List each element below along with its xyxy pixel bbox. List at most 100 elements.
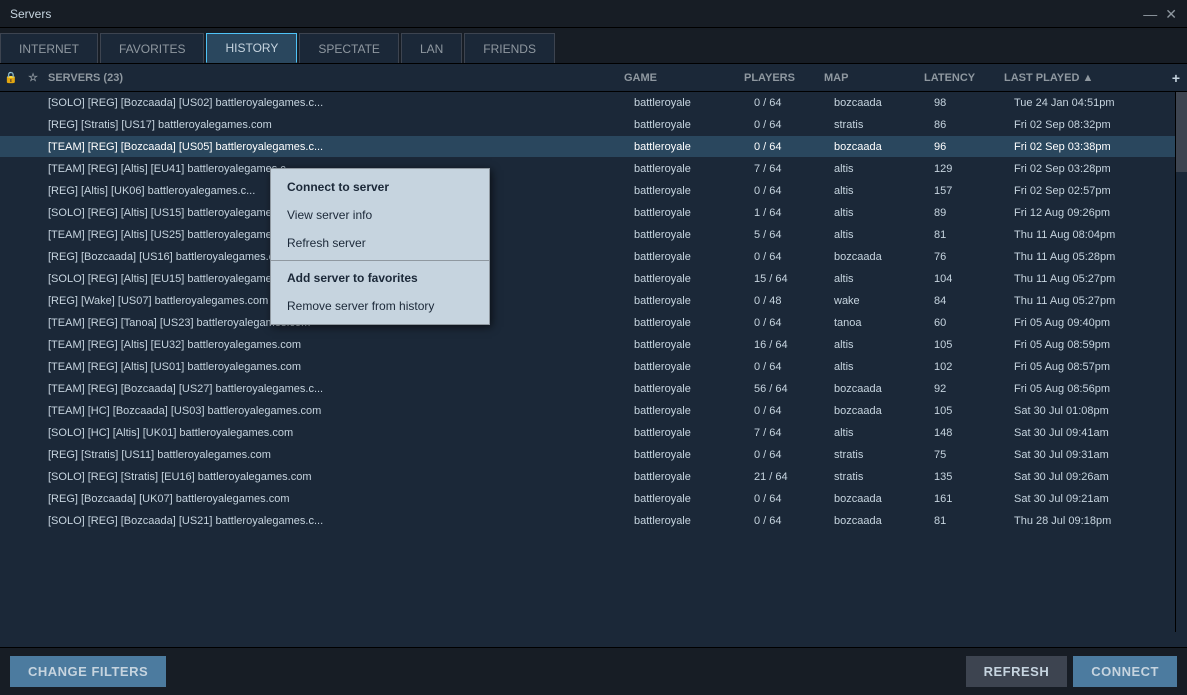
col-add-header[interactable]: + (1165, 70, 1187, 86)
tab-favorites[interactable]: FAVORITES (100, 33, 204, 63)
server-map: wake (830, 295, 930, 307)
server-players: 0 / 64 (750, 185, 830, 197)
server-game: battleroyale (630, 97, 750, 109)
server-latency: 98 (930, 97, 1010, 109)
server-lastplayed: Sat 30 Jul 09:21am (1010, 493, 1175, 505)
server-map: bozcaada (830, 383, 930, 395)
server-row[interactable]: [REG] [Bozcaada] [US16] battleroyalegame… (0, 246, 1187, 268)
connect-button[interactable]: CONNECT (1073, 656, 1177, 687)
server-row[interactable]: [REG] [Stratis] [US17] battleroyalegames… (0, 114, 1187, 136)
server-name: [SOLO] [HC] [Altis] [UK01] battleroyaleg… (44, 427, 630, 439)
tab-spectate[interactable]: SPECTATE (299, 33, 399, 63)
server-lastplayed: Thu 11 Aug 05:27pm (1010, 295, 1175, 307)
server-lastplayed: Thu 11 Aug 05:27pm (1010, 273, 1175, 285)
server-map: stratis (830, 449, 930, 461)
server-game: battleroyale (630, 163, 750, 175)
title-bar: Servers — ✕ (0, 0, 1187, 28)
server-row[interactable]: [SOLO] [REG] [Stratis] [EU16] battleroya… (0, 466, 1187, 488)
server-lastplayed: Thu 28 Jul 09:18pm (1010, 515, 1175, 527)
server-lastplayed: Fri 05 Aug 09:40pm (1010, 317, 1175, 329)
server-lastplayed: Fri 02 Sep 08:32pm (1010, 119, 1175, 131)
server-latency: 129 (930, 163, 1010, 175)
server-lastplayed: Fri 05 Aug 08:56pm (1010, 383, 1175, 395)
context-menu-remove-history[interactable]: Remove server from history (271, 292, 489, 320)
context-menu-add-favorites[interactable]: Add server to favorites (271, 264, 489, 292)
server-latency: 135 (930, 471, 1010, 483)
refresh-button[interactable]: REFRESH (966, 656, 1068, 687)
server-name: [TEAM] [REG] [Bozcaada] [US05] battleroy… (44, 141, 630, 153)
server-row[interactable]: [REG] [Altis] [UK06] battleroyalegames.c… (0, 180, 1187, 202)
server-game: battleroyale (630, 141, 750, 153)
server-game: battleroyale (630, 119, 750, 131)
server-lastplayed: Thu 11 Aug 08:04pm (1010, 229, 1175, 241)
server-game: battleroyale (630, 295, 750, 307)
server-name: [TEAM] [HC] [Bozcaada] [US03] battleroya… (44, 405, 630, 417)
server-row[interactable]: [SOLO] [REG] [Altis] [US15] battleroyale… (0, 202, 1187, 224)
tab-lan[interactable]: LAN (401, 33, 462, 63)
context-menu-refresh[interactable]: Refresh server (271, 229, 489, 257)
change-filters-button[interactable]: CHANGE FILTERS (10, 656, 166, 687)
server-row[interactable]: [TEAM] [REG] [Bozcaada] [US05] battleroy… (0, 136, 1187, 158)
server-lastplayed: Fri 02 Sep 03:38pm (1010, 141, 1175, 153)
server-game: battleroyale (630, 339, 750, 351)
server-row[interactable]: [REG] [Wake] [US07] battleroyalegames.co… (0, 290, 1187, 312)
server-players: 15 / 64 (750, 273, 830, 285)
server-latency: 81 (930, 515, 1010, 527)
tab-internet[interactable]: INTERNET (0, 33, 98, 63)
context-menu-separator (271, 260, 489, 261)
col-latency-header[interactable]: LATENCY (920, 72, 1000, 84)
server-latency: 89 (930, 207, 1010, 219)
col-lastplayed-header[interactable]: LAST PLAYED ▲ (1000, 72, 1165, 84)
col-map-header[interactable]: MAP (820, 72, 920, 84)
server-game: battleroyale (630, 515, 750, 527)
col-lock-header[interactable]: 🔒 (0, 71, 22, 84)
server-latency: 84 (930, 295, 1010, 307)
col-game-header[interactable]: GAME (620, 72, 740, 84)
server-map: altis (830, 185, 930, 197)
server-game: battleroyale (630, 361, 750, 373)
server-row[interactable]: [SOLO] [REG] [Bozcaada] [US21] battleroy… (0, 510, 1187, 532)
server-lastplayed: Sat 30 Jul 09:31am (1010, 449, 1175, 461)
server-map: altis (830, 339, 930, 351)
server-map: altis (830, 273, 930, 285)
server-latency: 92 (930, 383, 1010, 395)
server-row[interactable]: [TEAM] [REG] [Altis] [US25] battleroyale… (0, 224, 1187, 246)
scrollbar[interactable] (1175, 92, 1187, 632)
scrollbar-thumb[interactable] (1176, 92, 1187, 172)
server-game: battleroyale (630, 449, 750, 461)
server-row[interactable]: [SOLO] [REG] [Altis] [EU15] battleroyale… (0, 268, 1187, 290)
bottom-right-buttons: REFRESH CONNECT (966, 656, 1177, 687)
server-row[interactable]: [TEAM] [REG] [Altis] [EU41] battleroyale… (0, 158, 1187, 180)
server-players: 0 / 64 (750, 361, 830, 373)
server-latency: 157 (930, 185, 1010, 197)
server-map: bozcaada (830, 493, 930, 505)
close-button[interactable]: ✕ (1165, 7, 1177, 21)
tab-friends[interactable]: FRIENDS (464, 33, 555, 63)
server-players: 0 / 64 (750, 97, 830, 109)
server-row[interactable]: [TEAM] [REG] [Bozcaada] [US27] battleroy… (0, 378, 1187, 400)
server-lastplayed: Tue 24 Jan 04:51pm (1010, 97, 1175, 109)
server-name: [REG] [Stratis] [US17] battleroyalegames… (44, 119, 630, 131)
server-row[interactable]: [TEAM] [REG] [Altis] [EU32] battleroyale… (0, 334, 1187, 356)
col-server-header[interactable]: SERVERS (23) (44, 72, 620, 84)
server-row[interactable]: [SOLO] [REG] [Bozcaada] [US02] battleroy… (0, 92, 1187, 114)
server-row[interactable]: [SOLO] [HC] [Altis] [UK01] battleroyaleg… (0, 422, 1187, 444)
server-row[interactable]: [TEAM] [HC] [Bozcaada] [US03] battleroya… (0, 400, 1187, 422)
server-players: 1 / 64 (750, 207, 830, 219)
server-game: battleroyale (630, 273, 750, 285)
server-lastplayed: Sat 30 Jul 09:26am (1010, 471, 1175, 483)
col-players-header[interactable]: PLAYERS (740, 72, 820, 84)
server-players: 7 / 64 (750, 163, 830, 175)
context-menu-view-info[interactable]: View server info (271, 201, 489, 229)
minimize-button[interactable]: — (1143, 7, 1157, 21)
server-row[interactable]: [TEAM] [REG] [Altis] [US01] battleroyale… (0, 356, 1187, 378)
context-menu-connect[interactable]: Connect to server (271, 173, 489, 201)
server-map: altis (830, 229, 930, 241)
server-row[interactable]: [REG] [Bozcaada] [UK07] battleroyalegame… (0, 488, 1187, 510)
col-fav-header[interactable]: ☆ (22, 71, 44, 84)
server-latency: 86 (930, 119, 1010, 131)
server-players: 5 / 64 (750, 229, 830, 241)
server-row[interactable]: [TEAM] [REG] [Tanoa] [US23] battleroyale… (0, 312, 1187, 334)
tab-history[interactable]: HISTORY (206, 33, 297, 63)
server-row[interactable]: [REG] [Stratis] [US11] battleroyalegames… (0, 444, 1187, 466)
